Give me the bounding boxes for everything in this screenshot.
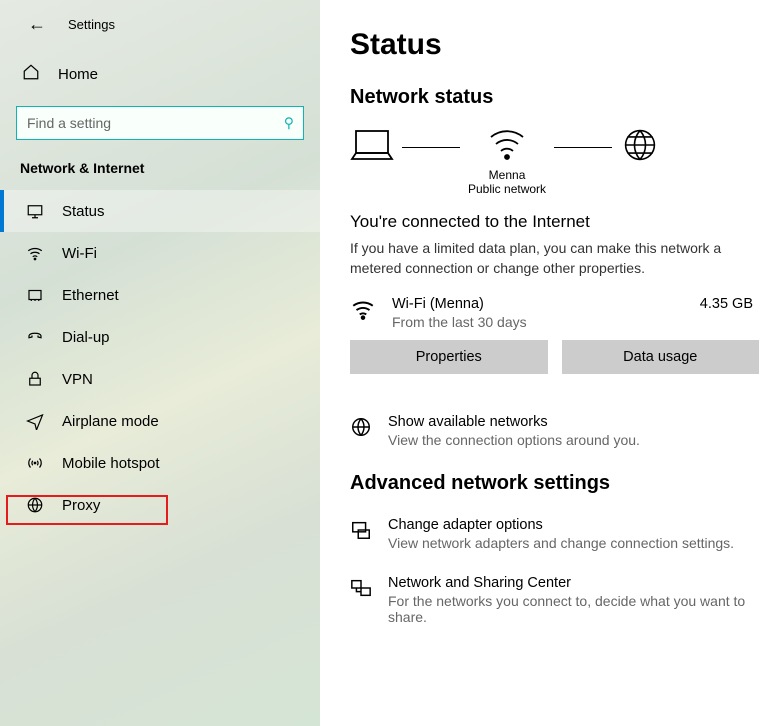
connection-meta: From the last 30 days bbox=[392, 314, 684, 330]
connection-row: Wi-Fi (Menna) From the last 30 days 4.35… bbox=[350, 296, 759, 330]
nav-label: Airplane mode bbox=[62, 413, 159, 430]
nav-home-label: Home bbox=[58, 66, 98, 83]
nav-status[interactable]: Status bbox=[0, 190, 320, 232]
sharing-icon bbox=[350, 577, 372, 599]
page-title: Status bbox=[350, 28, 759, 62]
nav-ethernet[interactable]: Ethernet bbox=[0, 274, 320, 316]
proxy-icon bbox=[26, 496, 44, 514]
option-sub: View the connection options around you. bbox=[388, 432, 640, 448]
diagram-ap-name: Menna bbox=[489, 168, 526, 182]
nav-proxy[interactable]: Proxy bbox=[0, 484, 320, 526]
globe-icon bbox=[620, 127, 660, 168]
wifi-icon bbox=[26, 244, 44, 262]
nav-label: Dial-up bbox=[62, 329, 110, 346]
diagram-ap-type: Public network bbox=[468, 182, 546, 196]
search-input[interactable] bbox=[16, 106, 304, 140]
change-adapter-options[interactable]: Change adapter options View network adap… bbox=[350, 517, 759, 551]
search-icon: ⚲ bbox=[284, 115, 294, 132]
nav-label: Proxy bbox=[62, 497, 100, 514]
option-sub: For the networks you connect to, decide … bbox=[388, 593, 759, 625]
nav-hotspot[interactable]: Mobile hotspot bbox=[0, 442, 320, 484]
nav-label: Wi-Fi bbox=[62, 245, 97, 262]
section-title: Network status bbox=[350, 86, 759, 109]
nav-label: Mobile hotspot bbox=[62, 455, 160, 472]
main-content: Status Network status MennaPublic networ… bbox=[320, 0, 777, 726]
nav-label: Status bbox=[62, 203, 105, 220]
dialup-icon bbox=[26, 328, 44, 346]
sidebar: ← Settings Home ⚲ Network & Internet Sta… bbox=[0, 0, 320, 726]
option-title: Network and Sharing Center bbox=[388, 575, 759, 591]
connection-name: Wi-Fi (Menna) bbox=[392, 296, 684, 312]
globe-icon bbox=[350, 416, 372, 438]
nav-wifi[interactable]: Wi-Fi bbox=[0, 232, 320, 274]
ethernet-icon bbox=[26, 286, 44, 304]
back-arrow-icon[interactable]: ← bbox=[28, 14, 46, 35]
home-icon bbox=[22, 63, 40, 86]
advanced-heading: Advanced network settings bbox=[350, 472, 759, 495]
airplane-icon bbox=[26, 412, 44, 430]
category-label: Network & Internet bbox=[0, 160, 320, 190]
hotspot-icon bbox=[26, 454, 44, 472]
connected-heading: You're connected to the Internet bbox=[350, 212, 759, 232]
status-icon bbox=[26, 202, 44, 220]
nav-vpn[interactable]: VPN bbox=[0, 358, 320, 400]
data-usage-button[interactable]: Data usage bbox=[562, 340, 760, 374]
nav-airplane[interactable]: Airplane mode bbox=[0, 400, 320, 442]
connection-data: 4.35 GB bbox=[700, 296, 759, 312]
properties-button[interactable]: Properties bbox=[350, 340, 548, 374]
nav-home[interactable]: Home bbox=[0, 53, 320, 96]
network-diagram: MennaPublic network bbox=[350, 127, 759, 198]
connected-desc: If you have a limited data plan, you can… bbox=[350, 238, 759, 278]
wifi-ap-icon bbox=[487, 127, 527, 168]
option-title: Show available networks bbox=[388, 414, 640, 430]
pc-icon bbox=[350, 127, 394, 168]
option-title: Change adapter options bbox=[388, 517, 734, 533]
nav-dialup[interactable]: Dial-up bbox=[0, 316, 320, 358]
network-sharing-center[interactable]: Network and Sharing Center For the netwo… bbox=[350, 575, 759, 625]
option-sub: View network adapters and change connect… bbox=[388, 535, 734, 551]
wifi-icon bbox=[350, 296, 376, 327]
nav-label: VPN bbox=[62, 371, 93, 388]
show-available-networks[interactable]: Show available networks View the connect… bbox=[350, 414, 759, 448]
vpn-icon bbox=[26, 370, 44, 388]
nav-label: Ethernet bbox=[62, 287, 119, 304]
app-title: Settings bbox=[68, 17, 115, 32]
adapter-icon bbox=[350, 519, 372, 541]
